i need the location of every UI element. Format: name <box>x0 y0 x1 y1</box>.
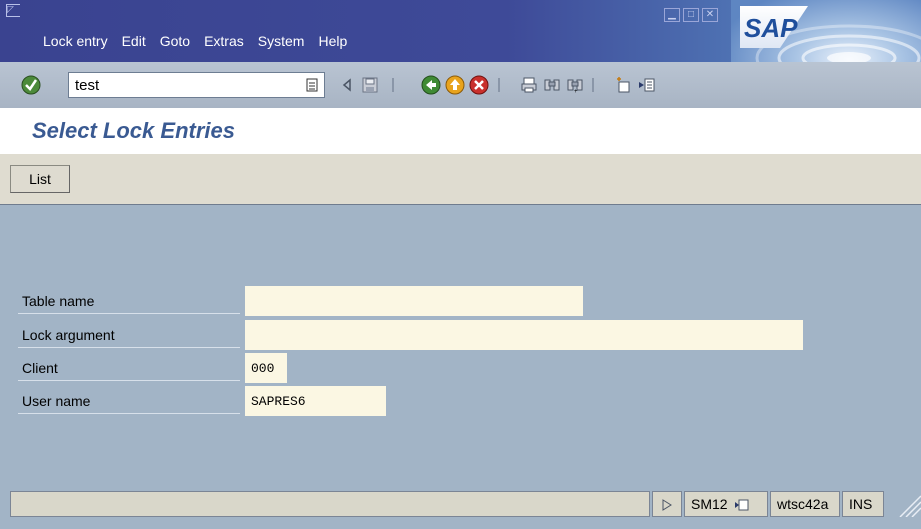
status-transaction: SM12 <box>684 491 768 517</box>
command-input[interactable] <box>69 73 294 97</box>
system-menu-icon[interactable]: ◸ <box>6 4 20 17</box>
command-history-icon[interactable] <box>304 77 320 93</box>
svg-text:+: + <box>574 89 578 94</box>
sap-window: ◸ Lock entry Edit Goto Extras System Hel… <box>0 0 921 529</box>
save-icon[interactable] <box>359 74 381 96</box>
client-field[interactable] <box>245 353 287 383</box>
menu-system[interactable]: System <box>251 31 312 51</box>
user-name-label: User name <box>18 386 240 414</box>
exit-icon[interactable] <box>444 74 466 96</box>
menu-edit[interactable]: Edit <box>115 31 153 51</box>
menu-extras[interactable]: Extras <box>197 31 251 51</box>
menu-help[interactable]: Help <box>311 31 354 51</box>
toolbar-separator <box>498 78 500 92</box>
command-arrow-icon[interactable] <box>336 74 358 96</box>
minimize-button[interactable]: ▁ <box>664 8 680 22</box>
enter-icon[interactable] <box>20 74 42 96</box>
user-name-field[interactable] <box>245 386 386 416</box>
cancel-icon[interactable] <box>468 74 490 96</box>
svg-text:SAP: SAP <box>744 13 798 43</box>
lock-argument-field[interactable] <box>245 320 803 350</box>
menu-list: Lock entry Edit Goto Extras System Help <box>36 31 354 51</box>
window-controls: ▁ □ ✕ <box>664 8 718 22</box>
lock-argument-label: Lock argument <box>18 320 240 348</box>
maximize-button[interactable]: □ <box>683 8 699 22</box>
status-message-area <box>10 491 650 517</box>
list-button[interactable]: List <box>10 165 70 193</box>
shortcut-icon[interactable] <box>636 74 658 96</box>
toolbar-separator <box>392 78 394 92</box>
find-next-icon[interactable]: + <box>564 74 586 96</box>
command-field[interactable] <box>68 72 325 98</box>
resize-grip-icon[interactable] <box>894 491 921 517</box>
find-icon[interactable] <box>541 74 563 96</box>
print-icon[interactable] <box>518 74 540 96</box>
session-info-icon[interactable] <box>735 499 749 511</box>
status-expand-icon[interactable] <box>652 491 682 517</box>
transaction-code: SM12 <box>691 496 728 512</box>
status-mode: INS <box>842 491 884 517</box>
status-bar: SM12 wtsc42a INS <box>0 488 921 529</box>
create-session-icon[interactable] <box>612 74 634 96</box>
menu-lock-entry[interactable]: Lock entry <box>36 31 115 51</box>
close-window-button[interactable]: ✕ <box>702 8 718 22</box>
toolbar-separator <box>592 78 594 92</box>
application-toolbar: List <box>0 154 921 205</box>
status-server: wtsc42a <box>770 491 840 517</box>
table-name-field[interactable] <box>245 286 583 316</box>
back-icon[interactable] <box>420 74 442 96</box>
page-title: Select Lock Entries <box>32 118 235 143</box>
menu-goto[interactable]: Goto <box>153 31 197 51</box>
standard-toolbar: + <box>0 62 921 108</box>
client-label: Client <box>18 353 240 381</box>
title-bar: Select Lock Entries <box>0 108 921 154</box>
sap-logo: SAP <box>740 6 808 48</box>
table-name-label: Table name <box>18 286 240 314</box>
